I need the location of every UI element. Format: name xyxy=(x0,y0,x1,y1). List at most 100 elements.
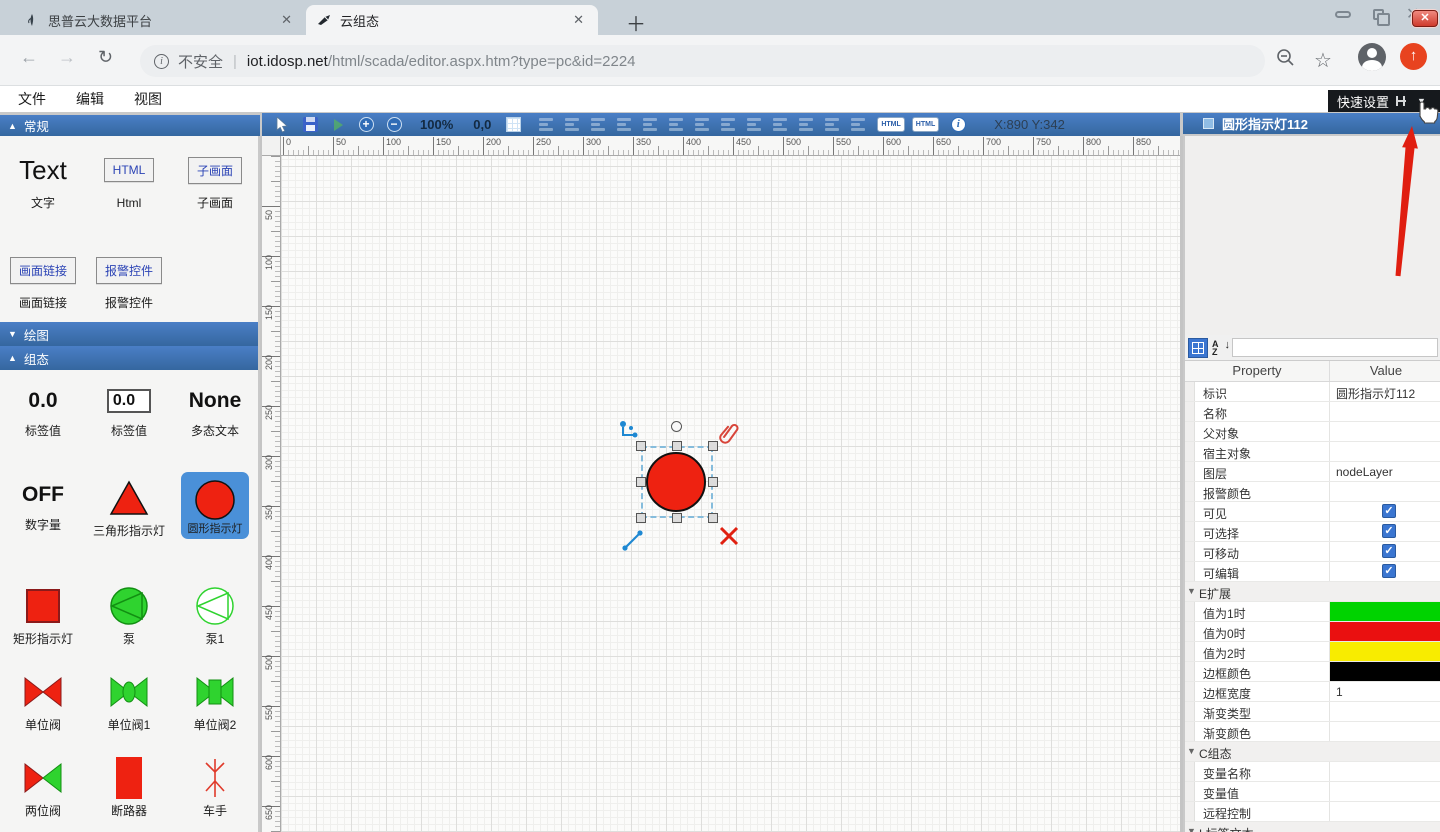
menu-view[interactable]: 视图 xyxy=(134,89,162,109)
circle-indicator-element[interactable] xyxy=(646,452,706,512)
window-restore-button[interactable] xyxy=(1373,9,1384,20)
align-bottom-icon[interactable] xyxy=(721,118,737,131)
checkbox-checked-icon[interactable]: ✓ xyxy=(1382,504,1396,518)
browser-tab-1[interactable]: 思普云大数据平台 ✕ xyxy=(14,5,306,35)
tab1-close-icon[interactable]: ✕ xyxy=(277,12,296,28)
checkbox-checked-icon[interactable]: ✓ xyxy=(1382,564,1396,578)
palette-section-header-1[interactable]: ▼绘图 xyxy=(0,322,258,346)
group-collapse-icon[interactable]: ▼ xyxy=(1185,822,1195,832)
palette-item-selected[interactable]: 圆形指示灯 xyxy=(181,472,249,539)
align-top-icon[interactable] xyxy=(669,118,685,131)
palette-item[interactable]: OFF数字量 xyxy=(0,472,86,572)
property-row[interactable]: 报警颜色 xyxy=(1185,482,1440,502)
back-icon[interactable]: ← xyxy=(20,47,38,68)
palette-item[interactable]: 两位阀 xyxy=(0,752,86,832)
property-value[interactable] xyxy=(1330,802,1440,821)
property-row[interactable]: 值为1时 xyxy=(1185,602,1440,622)
window-minimize-button[interactable] xyxy=(1335,11,1351,18)
property-row[interactable]: 可选择✓ xyxy=(1185,522,1440,542)
delete-x-icon[interactable] xyxy=(719,526,739,551)
selection-handle[interactable] xyxy=(636,477,646,487)
property-row[interactable]: 变量名称 xyxy=(1185,762,1440,782)
group-collapse-icon[interactable]: ▼ xyxy=(1185,582,1195,601)
align-right-icon[interactable] xyxy=(643,118,659,131)
palette-item[interactable]: 泵 xyxy=(86,580,172,658)
align-left-icon[interactable] xyxy=(591,118,607,131)
property-row[interactable]: 标识圆形指示灯112 xyxy=(1185,382,1440,402)
palette-item[interactable]: 断路器 xyxy=(86,752,172,832)
property-column-header[interactable]: Property xyxy=(1185,361,1330,381)
group-objects-icon[interactable] xyxy=(851,118,867,131)
property-value[interactable]: ✓ xyxy=(1330,542,1440,561)
property-row[interactable]: 可移动✓ xyxy=(1185,542,1440,562)
new-tab-button[interactable]: ＋ xyxy=(626,8,646,37)
palette-item[interactable]: 三角形指示灯 xyxy=(86,472,172,572)
property-value[interactable] xyxy=(1330,762,1440,781)
color-swatch[interactable] xyxy=(1330,602,1440,621)
align-center-h-icon[interactable] xyxy=(617,118,633,131)
forward-icon[interactable]: → xyxy=(58,47,76,68)
rotate-handle[interactable] xyxy=(671,421,682,432)
palette-item[interactable]: 报警控件报警控件 xyxy=(86,244,172,322)
property-row[interactable]: 宿主对象 xyxy=(1185,442,1440,462)
palette-section-header-general[interactable]: ▲ 常规 xyxy=(0,115,260,136)
color-swatch[interactable] xyxy=(1330,622,1440,641)
design-canvas[interactable]: 0501001502002503003504004505005506006507… xyxy=(262,136,1180,832)
selection-handle[interactable] xyxy=(636,513,646,523)
property-filter-input[interactable] xyxy=(1232,338,1438,357)
selection-handle[interactable] xyxy=(708,513,718,523)
grid-area[interactable] xyxy=(281,156,1180,832)
property-value[interactable] xyxy=(1330,782,1440,801)
selection-handle[interactable] xyxy=(708,441,718,451)
property-row[interactable]: 值为2时 xyxy=(1185,642,1440,662)
connector-icon[interactable] xyxy=(539,118,555,131)
palette-item[interactable]: 0.0标签值 xyxy=(86,378,172,464)
selection-handle[interactable] xyxy=(708,477,718,487)
property-row[interactable]: 边框宽度1 xyxy=(1185,682,1440,702)
selection-handle[interactable] xyxy=(636,441,646,451)
property-value[interactable]: ✓ xyxy=(1330,562,1440,581)
property-group-row[interactable]: ▼L标签文本 xyxy=(1185,822,1440,832)
same-height-icon[interactable] xyxy=(773,118,789,131)
distribute-v-icon[interactable] xyxy=(825,118,841,131)
property-value[interactable]: 1 xyxy=(1330,682,1440,701)
property-row[interactable]: 名称 xyxy=(1185,402,1440,422)
palette-item[interactable]: 单位阀2 xyxy=(172,666,258,744)
property-row[interactable]: 边框颜色 xyxy=(1185,662,1440,682)
align-middle-icon[interactable] xyxy=(695,118,711,131)
property-value[interactable] xyxy=(1330,622,1440,641)
palette-item[interactable]: 画面链接画面链接 xyxy=(0,244,86,322)
palette-item[interactable]: 子画面子画面 xyxy=(172,144,258,236)
browser-tab-2[interactable]: 云组态 ✕ xyxy=(306,5,598,35)
menu-file[interactable]: 文件 xyxy=(18,89,46,109)
property-value[interactable]: ✓ xyxy=(1330,502,1440,521)
property-row[interactable]: 渐变类型 xyxy=(1185,702,1440,722)
property-row[interactable]: 可见✓ xyxy=(1185,502,1440,522)
menu-edit[interactable]: 编辑 xyxy=(76,89,104,109)
property-row[interactable]: 可编辑✓ xyxy=(1185,562,1440,582)
property-value[interactable] xyxy=(1330,642,1440,661)
property-row[interactable]: 远程控制 xyxy=(1185,802,1440,822)
grid-toggle-icon[interactable] xyxy=(501,115,525,135)
palette-item[interactable]: HTMLHtml xyxy=(86,144,172,236)
link-paperclip-icon[interactable] xyxy=(719,422,741,451)
zoom-out-icon[interactable]: − xyxy=(382,115,406,135)
palette-item[interactable]: Text文字 xyxy=(0,144,86,236)
property-value[interactable] xyxy=(1330,702,1440,721)
palette-item[interactable]: 圆形指示灯 xyxy=(172,472,258,572)
palette-item[interactable]: 0.0标签值 xyxy=(0,378,86,464)
palette-item[interactable]: None多态文本 xyxy=(172,378,258,464)
browser-update-icon[interactable]: ↑ xyxy=(1400,43,1427,70)
property-value[interactable]: 圆形指示灯112 xyxy=(1330,382,1440,401)
palette-item[interactable]: 单位阀 xyxy=(0,666,86,744)
property-value[interactable] xyxy=(1330,602,1440,621)
property-value[interactable] xyxy=(1330,662,1440,681)
palette-section-header-2[interactable]: ▲组态 xyxy=(0,346,258,370)
property-row[interactable]: 变量值 xyxy=(1185,782,1440,802)
property-value[interactable]: ✓ xyxy=(1330,522,1440,541)
property-group-row[interactable]: ▼C组态 xyxy=(1185,742,1440,762)
run-preview-icon[interactable] xyxy=(326,115,350,135)
palette-item[interactable]: 单位阀1 xyxy=(86,666,172,744)
palette-item[interactable]: 泵1 xyxy=(172,580,258,658)
property-value[interactable] xyxy=(1330,442,1440,461)
